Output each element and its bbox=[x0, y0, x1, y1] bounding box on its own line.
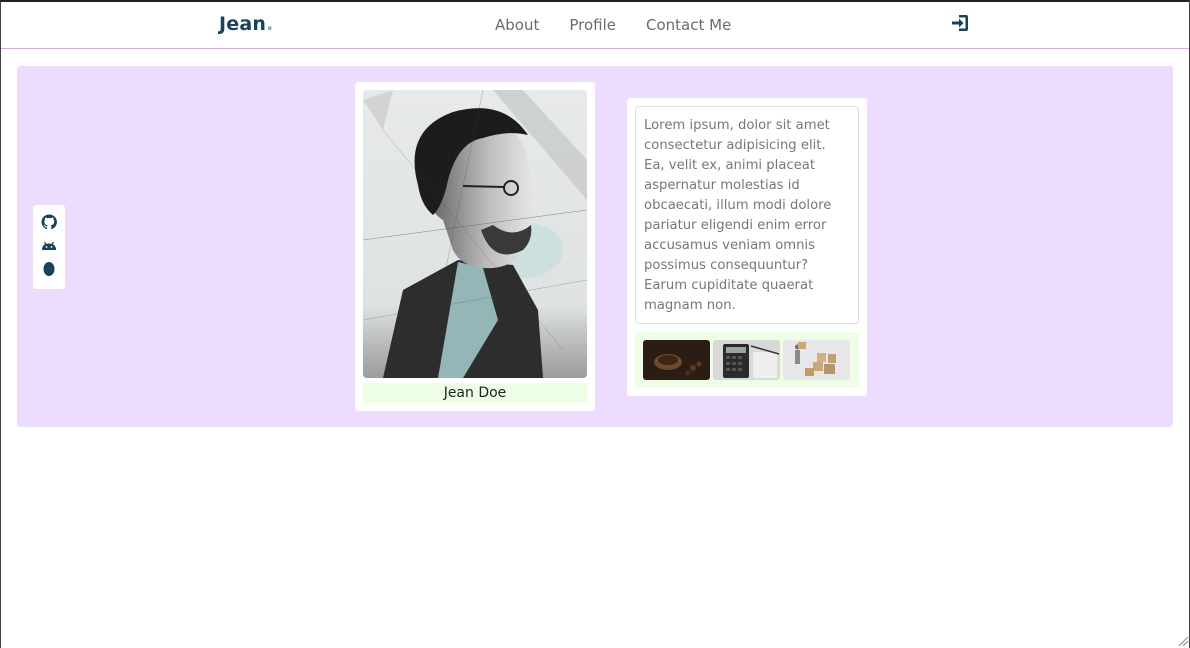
top-navbar: Jean. About Profile Contact Me bbox=[0, 0, 1190, 49]
brand-logo[interactable]: Jean. bbox=[219, 13, 274, 35]
sign-in-icon[interactable] bbox=[950, 13, 970, 33]
gallery-strip bbox=[635, 332, 859, 388]
bio-box: Lorem ipsum, dolor sit amet consectetur … bbox=[635, 106, 859, 324]
social-sidebar bbox=[33, 205, 65, 289]
nav-link-about[interactable]: About bbox=[495, 16, 539, 34]
portrait-image bbox=[363, 90, 587, 378]
brand-dot: . bbox=[266, 13, 274, 35]
hero-section bbox=[17, 66, 1173, 427]
github-icon[interactable] bbox=[40, 213, 58, 231]
android-icon[interactable] bbox=[40, 236, 58, 254]
profile-name: Jean Doe bbox=[363, 383, 587, 403]
resize-grip-icon[interactable] bbox=[1177, 635, 1189, 647]
boxes-thumbnail[interactable] bbox=[783, 340, 850, 380]
egg-icon[interactable] bbox=[40, 259, 58, 277]
calculator-thumbnail[interactable] bbox=[713, 340, 780, 380]
profile-photo-card: Jean Doe bbox=[355, 82, 595, 411]
nav-links: About Profile Contact Me bbox=[495, 16, 761, 34]
bio-text: Lorem ipsum, dolor sit amet consectetur … bbox=[644, 118, 832, 313]
nav-link-profile[interactable]: Profile bbox=[569, 16, 616, 34]
coffee-thumbnail[interactable] bbox=[643, 340, 710, 380]
bio-card: Lorem ipsum, dolor sit amet consectetur … bbox=[627, 98, 867, 396]
nav-link-contact[interactable]: Contact Me bbox=[646, 16, 731, 34]
brand-name: Jean bbox=[219, 13, 267, 35]
